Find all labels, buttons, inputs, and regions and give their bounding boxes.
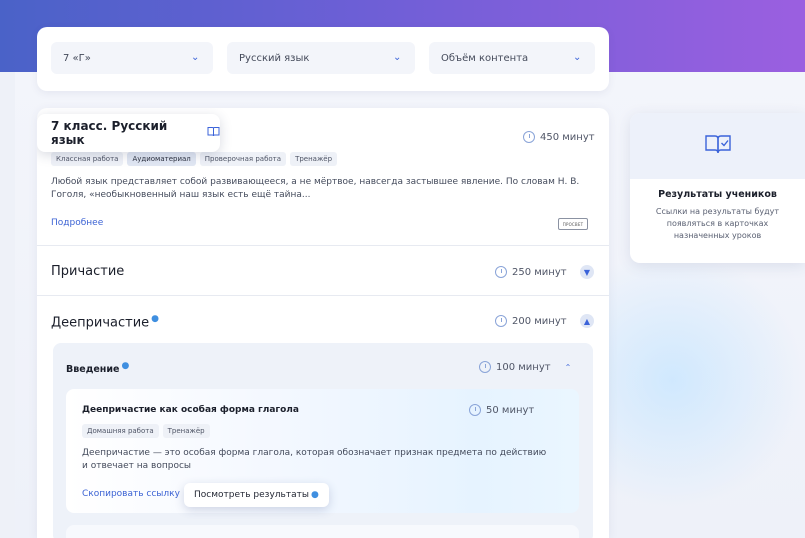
results-panel-header xyxy=(630,113,805,179)
section-duration: 250 минут xyxy=(495,266,567,278)
content-select-value: Объём контента xyxy=(441,52,529,64)
filter-bar: 7 «Г» ⌄ Русский язык ⌄ Объём контента ⌄ xyxy=(37,27,609,91)
new-dot: ● xyxy=(121,361,130,371)
collapse-button[interactable]: ⌃ xyxy=(561,360,575,374)
lesson-card xyxy=(66,525,579,538)
lesson-description: Деепричастие — это особая форма глагола,… xyxy=(82,448,547,471)
tag: Проверочная работа xyxy=(199,152,287,166)
lesson-tags: Домашняя работа Тренажёр xyxy=(82,424,210,438)
section-duration: 200 минут xyxy=(495,315,567,327)
chevron-down-icon: ⌄ xyxy=(191,52,200,63)
chevron-down-icon: ▼ xyxy=(583,267,591,277)
chevron-down-icon: ⌄ xyxy=(573,52,582,63)
publisher-logo: ПРОСВЕТ xyxy=(558,218,588,230)
clock-icon xyxy=(479,361,491,373)
tag: Классная работа xyxy=(51,152,124,166)
course-title-text: 7 класс. Русский язык xyxy=(51,119,168,147)
class-select[interactable]: 7 «Г» ⌄ xyxy=(51,42,213,74)
clock-icon xyxy=(495,315,507,327)
subsection-title[interactable]: Введение ● xyxy=(66,361,129,375)
class-select-value: 7 «Г» xyxy=(63,52,91,64)
subject-select[interactable]: Русский язык ⌄ xyxy=(227,42,415,74)
chevron-down-icon: ⌄ xyxy=(393,52,402,63)
book-icon xyxy=(207,126,220,140)
expand-button[interactable]: ▼ xyxy=(580,265,594,279)
tag: Тренажёр xyxy=(162,424,210,438)
section-title-prichastie[interactable]: Причастие xyxy=(51,264,124,279)
divider xyxy=(37,245,609,246)
clock-icon xyxy=(495,266,507,278)
chevron-up-icon: ▲ xyxy=(583,316,591,326)
tag-active: Аудиоматериал xyxy=(127,152,196,166)
book-check-icon xyxy=(704,133,732,159)
course-tags: Классная работа Аудиоматериал Проверочна… xyxy=(51,152,338,166)
clock-icon xyxy=(469,404,481,416)
results-panel-text: Ссылки на результаты будут появляться в … xyxy=(655,207,780,240)
more-link[interactable]: Подробнее xyxy=(51,218,103,228)
copy-link[interactable]: Скопировать ссылку xyxy=(82,489,180,499)
new-dot: ● xyxy=(310,490,319,500)
course-duration: 450 минут xyxy=(523,131,595,143)
collapse-button[interactable]: ▲ xyxy=(580,314,594,328)
lesson-card: Деепричастие как особая форма глагола 50… xyxy=(66,389,579,513)
new-dot: ● xyxy=(151,314,160,324)
chevron-up-icon: ⌃ xyxy=(564,362,572,372)
subject-select-value: Русский язык xyxy=(239,52,310,64)
course-title[interactable]: 7 класс. Русский язык xyxy=(37,114,220,152)
results-panel-title: Результаты учеников xyxy=(658,189,777,200)
subsection-duration: 100 минут xyxy=(479,361,551,373)
section-title-deeprichastie[interactable]: Деепричастие ● xyxy=(51,314,159,330)
lesson-title[interactable]: Деепричастие как особая форма глагола xyxy=(82,405,299,415)
subsection-block: Введение ● 100 минут ⌃ Деепричастие как о… xyxy=(53,343,593,538)
content-select[interactable]: Объём контента ⌄ xyxy=(429,42,595,74)
clock-icon xyxy=(523,131,535,143)
divider xyxy=(37,295,609,296)
tag: Домашняя работа xyxy=(82,424,159,438)
results-panel: Результаты учеников Ссылки на результаты… xyxy=(630,113,805,263)
course-card: 7 класс. Русский язык 450 минут Классная… xyxy=(37,108,609,538)
view-results-button[interactable]: Посмотреть результаты ● xyxy=(184,483,329,507)
lesson-duration: 50 минут xyxy=(469,404,534,416)
tag: Тренажёр xyxy=(290,152,338,166)
course-description: Любой язык представляет собой развивающе… xyxy=(51,177,580,200)
